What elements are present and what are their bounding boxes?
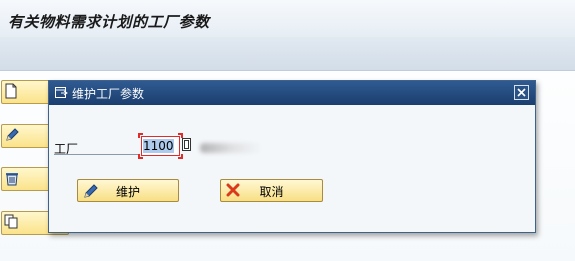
maintain-button[interactable]: 维护: [77, 179, 179, 202]
plant-input-value: 1100: [143, 139, 174, 153]
trash-icon: [6, 173, 18, 186]
page-title: 有关物料需求计划的工厂参数: [8, 13, 210, 31]
dialog-titlebar[interactable]: 维护工厂参数: [49, 81, 535, 105]
plant-input[interactable]: 1100: [141, 136, 180, 156]
maintain-plant-parameters-dialog: 维护工厂参数 工厂 1100 维护 取消: [48, 80, 536, 233]
pencil-icon: [6, 128, 19, 141]
title-bar: 有关物料需求计划的工厂参数: [0, 0, 575, 37]
cancel-button[interactable]: 取消: [220, 179, 323, 202]
plant-description-blurred: [200, 143, 262, 153]
close-icon: [517, 88, 526, 97]
dropdown-value-help-icon[interactable]: [182, 138, 192, 152]
sap-app-window: 有关物料需求计划的工厂参数 维护工厂参数 工厂 1100 维护 取消: [0, 0, 575, 261]
dialog-close-button[interactable]: [514, 85, 529, 100]
create-document-icon: [5, 83, 17, 99]
maintain-button-label: 维护: [115, 185, 140, 199]
application-toolbar: [0, 37, 575, 71]
dialog-title: 维护工厂参数: [72, 87, 145, 101]
dialog-window-icon: [55, 87, 68, 98]
label-underline: [54, 154, 140, 155]
copy-icon: [4, 214, 18, 229]
cancel-button-label: 取消: [259, 185, 284, 199]
